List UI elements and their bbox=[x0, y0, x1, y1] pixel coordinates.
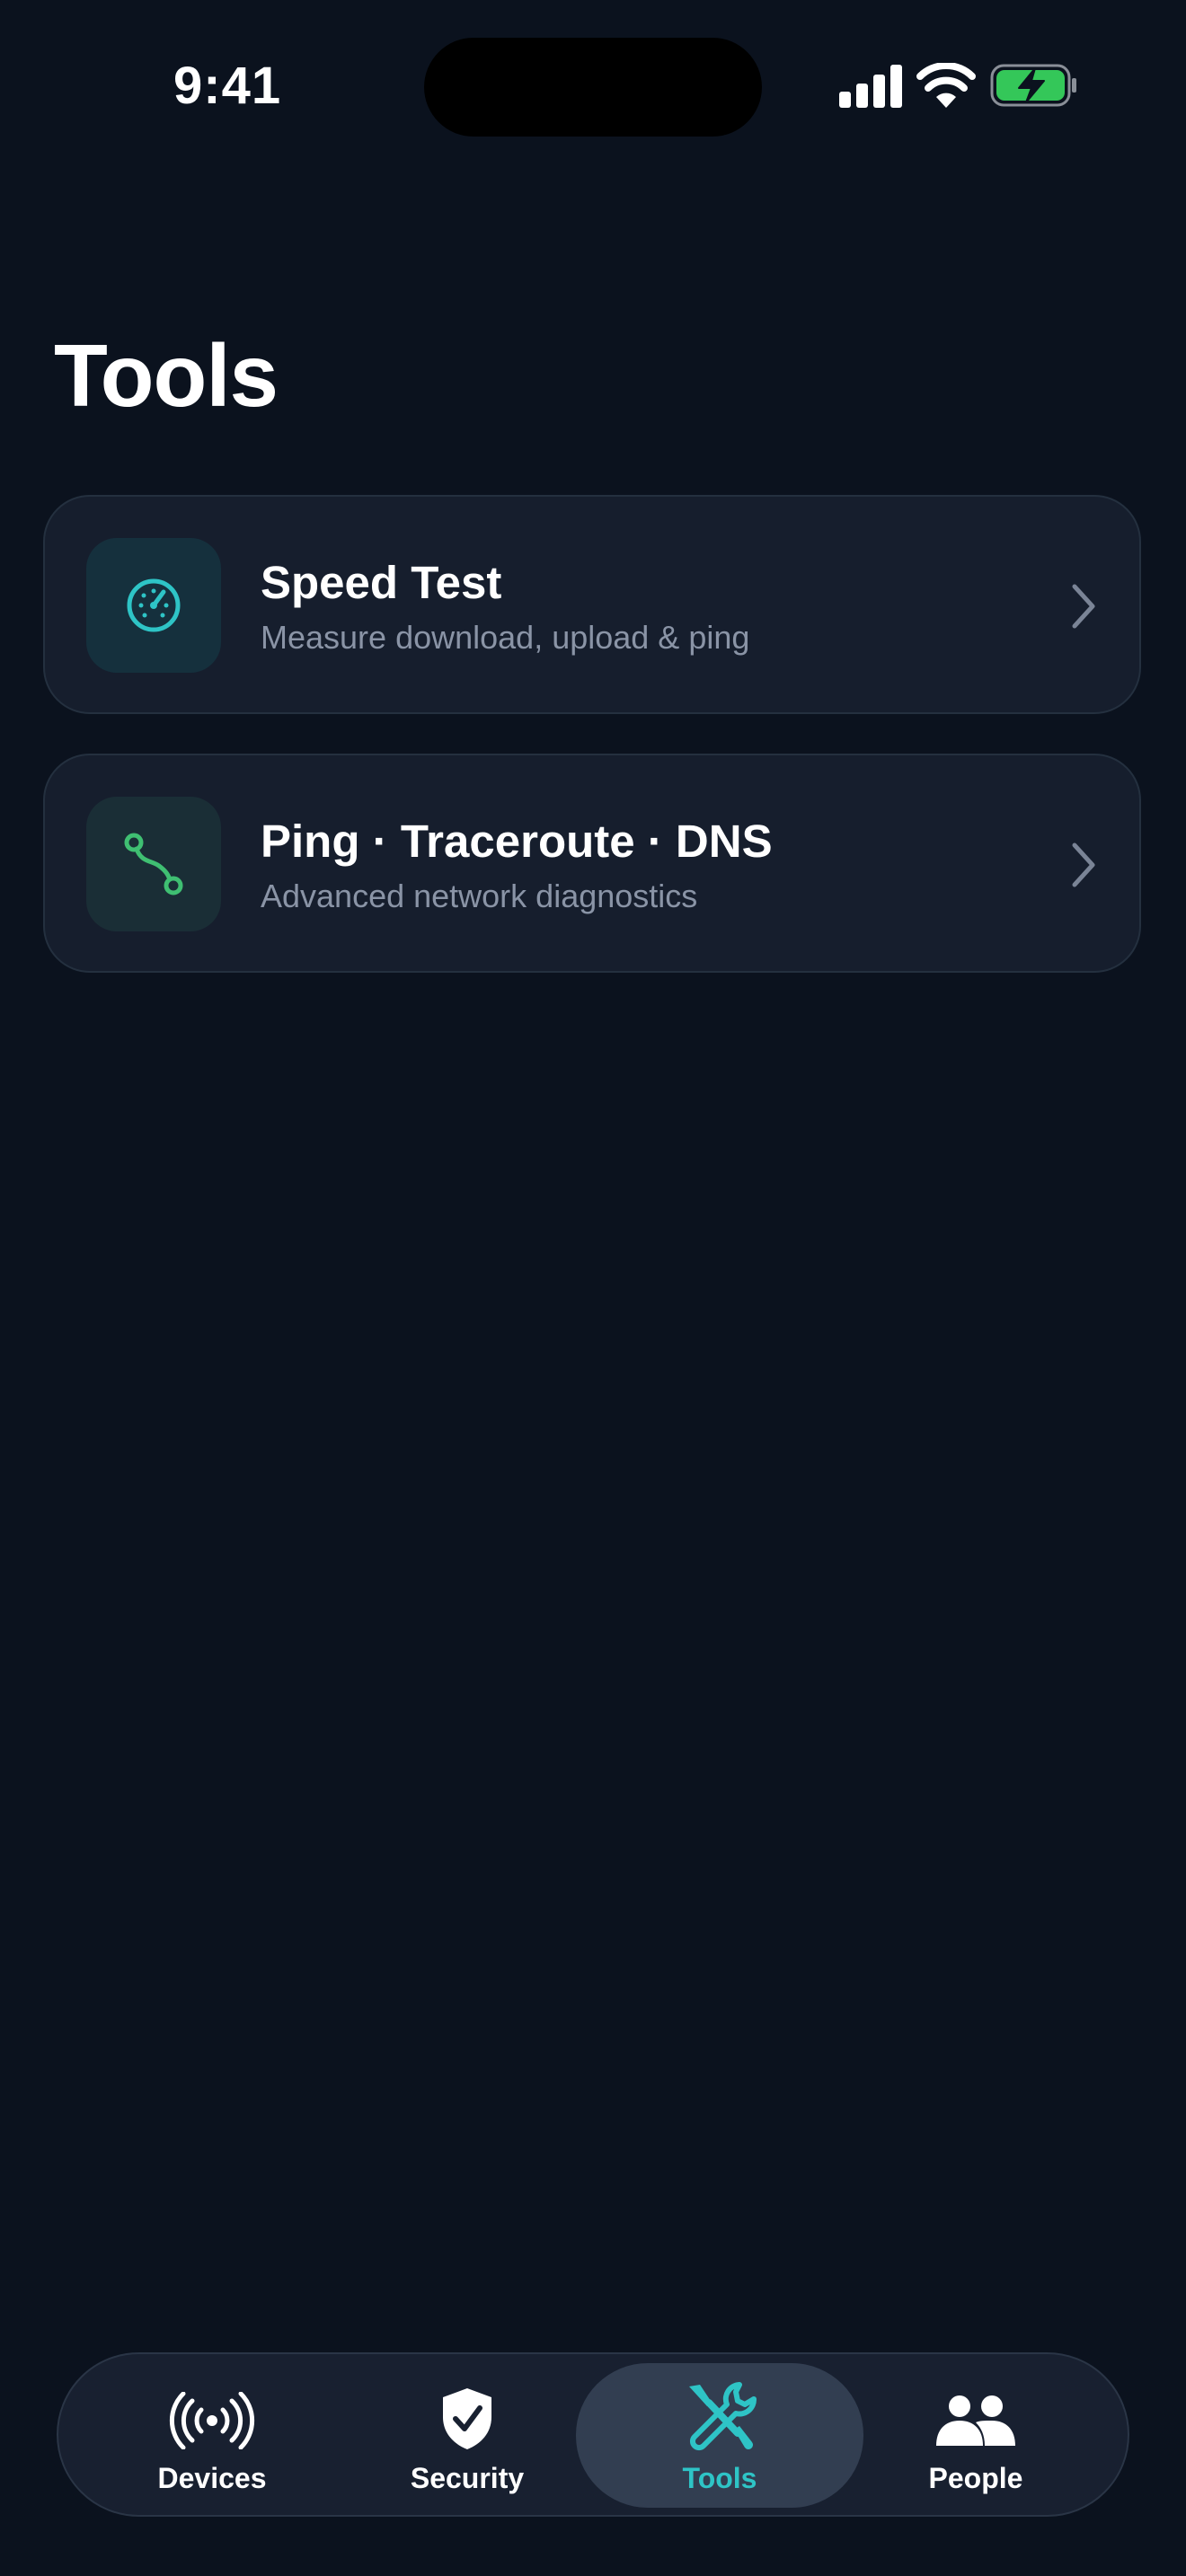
broadcast-icon bbox=[169, 2392, 255, 2449]
cellular-signal-icon bbox=[839, 65, 902, 108]
tools-icon bbox=[689, 2382, 757, 2451]
tab-label: People bbox=[928, 2462, 1023, 2494]
shield-check-icon bbox=[443, 2388, 491, 2449]
card-subtitle: Measure download, upload & ping bbox=[261, 619, 750, 656]
route-icon bbox=[124, 833, 183, 895]
battery-charging-icon bbox=[990, 64, 1076, 107]
tab-bar: Devices Security Tools People bbox=[57, 2352, 1129, 2517]
speedometer-icon bbox=[127, 578, 181, 632]
chevron-right-icon bbox=[1072, 842, 1095, 887]
tab-devices[interactable]: Devices bbox=[85, 2363, 339, 2508]
tab-tools[interactable]: Tools bbox=[576, 2363, 863, 2508]
people-icon bbox=[936, 2395, 1015, 2446]
tab-label: Tools bbox=[682, 2462, 757, 2494]
wifi-icon bbox=[916, 63, 976, 108]
network-diagnostics-card[interactable]: Ping · Traceroute · DNS Advanced network… bbox=[43, 754, 1141, 973]
tab-security[interactable]: Security bbox=[341, 2363, 594, 2508]
card-title: Speed Test bbox=[261, 557, 502, 608]
card-title: Ping · Traceroute · DNS bbox=[261, 816, 773, 867]
tab-label: Devices bbox=[157, 2462, 267, 2494]
card-subtitle: Advanced network diagnostics bbox=[261, 878, 698, 914]
dynamic-island bbox=[424, 38, 762, 137]
tab-label: Security bbox=[410, 2462, 525, 2494]
tab-people[interactable]: People bbox=[849, 2363, 1102, 2508]
page-title: Tools bbox=[54, 326, 279, 425]
chevron-right-icon bbox=[1072, 584, 1095, 629]
status-bar: 9:41 bbox=[0, 0, 1186, 171]
speed-test-card[interactable]: Speed Test Measure download, upload & pi… bbox=[43, 495, 1141, 714]
speed-test-icon-tile bbox=[86, 538, 221, 673]
diagnostics-icon-tile bbox=[86, 797, 221, 931]
status-time: 9:41 bbox=[173, 57, 282, 115]
